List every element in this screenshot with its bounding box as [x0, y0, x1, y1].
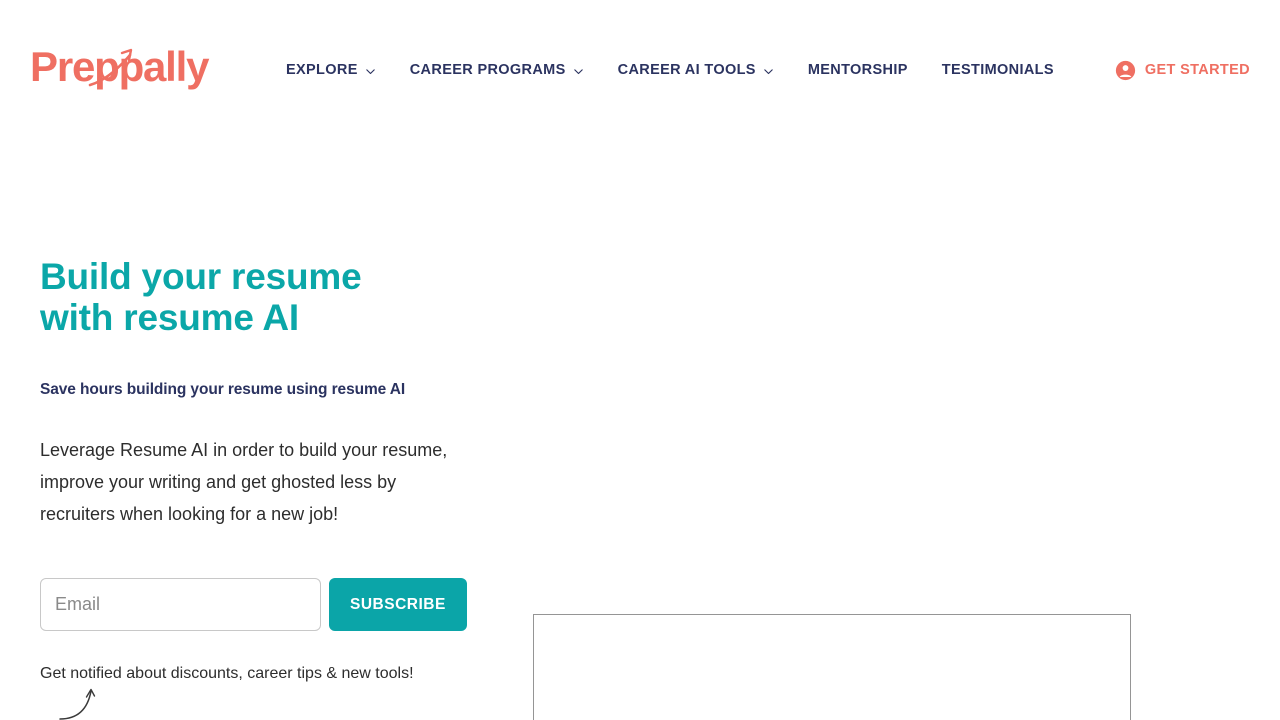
chevron-down-icon — [365, 68, 375, 74]
newsletter-signup-form: SUBSCRIBE — [40, 578, 510, 631]
main-navigation: EXPLORE CAREER PROGRAMS CAREER AI TOOLS … — [230, 60, 1250, 81]
brand-logo[interactable]: Preppally — [30, 41, 230, 97]
nav-item-career-ai-tools[interactable]: CAREER AI TOOLS — [601, 62, 791, 78]
video-embed-placeholder[interactable] — [533, 614, 1131, 720]
nav-item-label: CAREER PROGRAMS — [409, 62, 566, 78]
chevron-down-icon — [573, 68, 583, 74]
nav-item-label: CAREER AI TOOLS — [617, 62, 756, 78]
nav-item-testimonials[interactable]: TESTIMONIALS — [925, 62, 1071, 78]
nav-item-career-programs[interactable]: CAREER PROGRAMS — [393, 62, 601, 78]
nav-item-label: TESTIMONIALS — [941, 62, 1054, 78]
get-started-button[interactable]: GET STARTED — [1115, 60, 1250, 81]
hero-body-text: Leverage Resume AI in order to build you… — [40, 440, 448, 524]
chevron-down-icon — [764, 68, 773, 74]
signup-note: Get notified about discounts, career tip… — [40, 665, 414, 682]
page-title: Build your resume with resume AI — [40, 256, 362, 338]
nav-item-label: EXPLORE — [285, 62, 358, 78]
hero-section: Build your resume with resume AI Save ho… — [0, 136, 1280, 720]
nav-item-label: MENTORSHIP — [807, 62, 908, 78]
get-started-label: GET STARTED — [1144, 62, 1250, 78]
email-input[interactable] — [40, 578, 321, 631]
site-header: Preppally EXPLORE CAREER PROGRAMS CAREER… — [0, 0, 1280, 136]
hero-content: Build your resume with resume AI Save ho… — [0, 136, 510, 720]
nav-item-explore[interactable]: EXPLORE — [286, 62, 393, 78]
subscribe-button[interactable]: SUBSCRIBE — [329, 578, 467, 631]
nav-item-mentorship[interactable]: MENTORSHIP — [791, 62, 925, 78]
hero-subtitle: Save hours building your resume using re… — [40, 381, 406, 398]
account-circle-icon — [1115, 60, 1136, 80]
curved-arrow-up-icon — [59, 688, 96, 720]
preppally-wordmark-icon: Preppally — [30, 43, 211, 90]
